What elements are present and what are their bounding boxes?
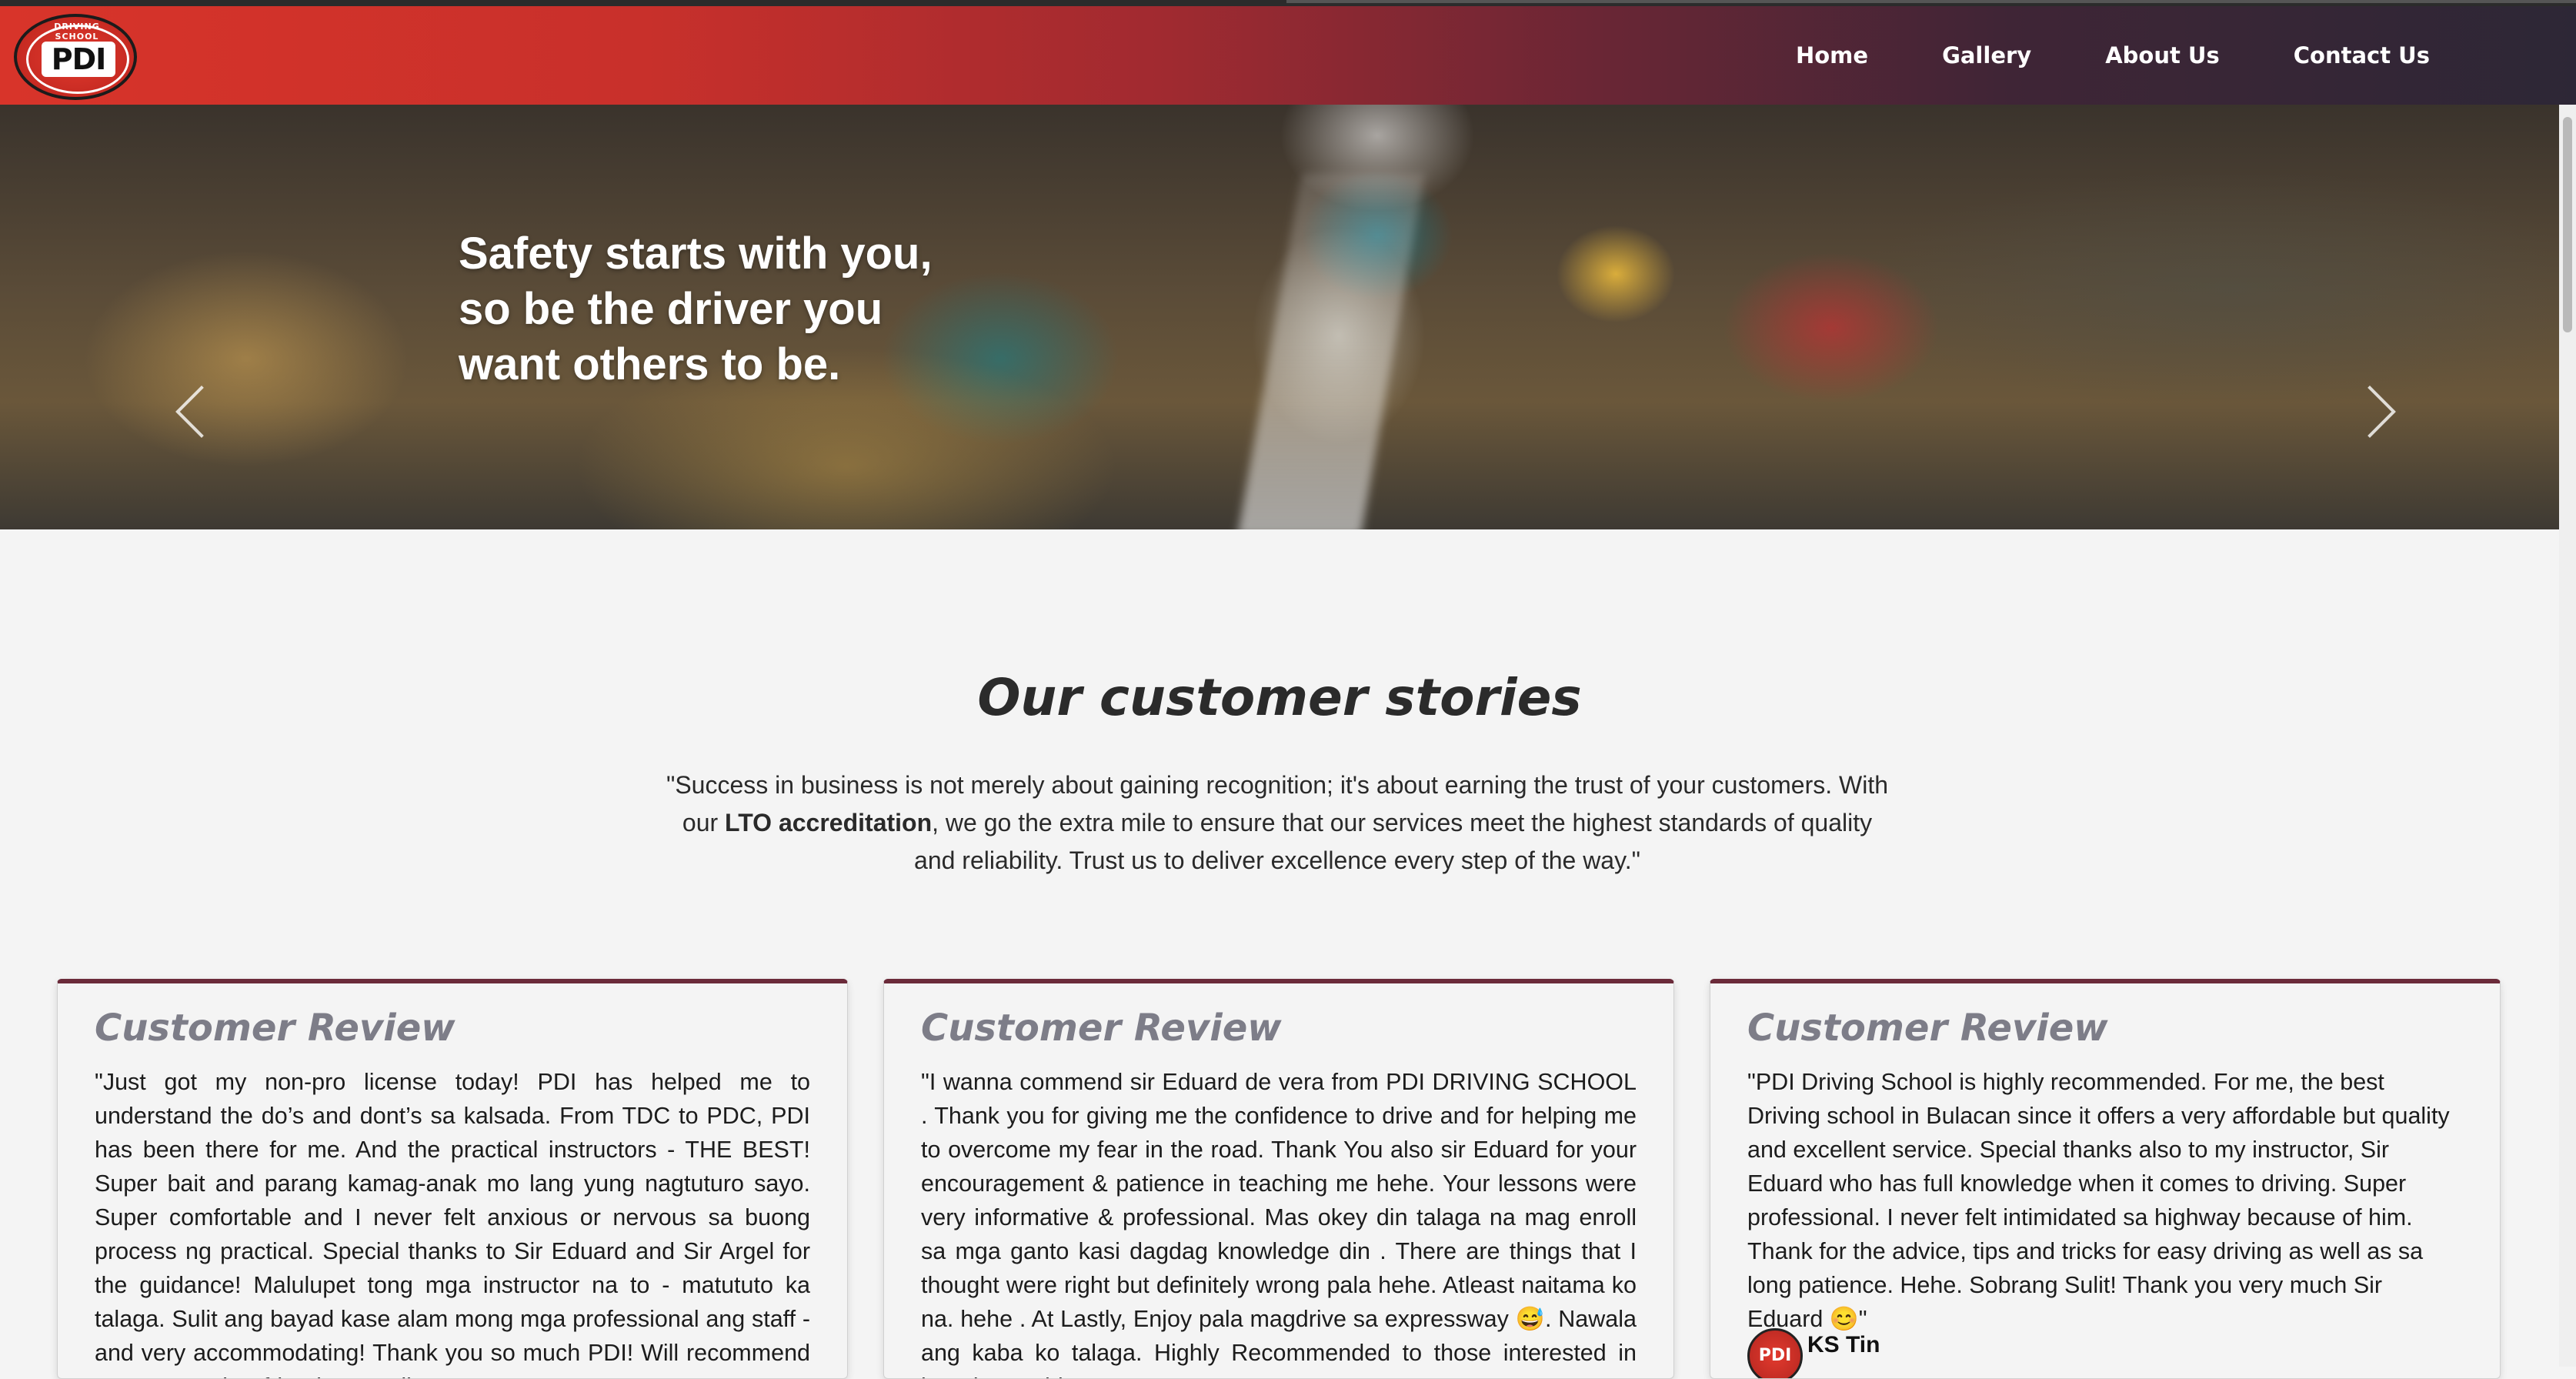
- pdi-logo[interactable]: DRIVING SCHOOL PDI: [14, 14, 137, 100]
- review-card-1: Customer Review "Just got my non-pro lic…: [57, 979, 848, 1379]
- stories-quote-part-2: , we go the extra mile to ensure that ou…: [914, 809, 1873, 874]
- reviewer-name: KS Tin: [1807, 1332, 1880, 1357]
- review-heading: Customer Review: [1747, 1007, 2108, 1050]
- hero-carousel: Safety starts with you, so be the driver…: [0, 105, 2559, 529]
- nav-home[interactable]: Home: [1796, 42, 1868, 68]
- hero-caption-line-2: so be the driver you: [459, 284, 883, 334]
- hero-caption: Safety starts with you, so be the driver…: [459, 226, 1043, 392]
- hero-caption-line-1: Safety starts with you,: [459, 229, 933, 279]
- review-heading: Customer Review: [95, 1007, 455, 1050]
- scrollbar-thumb[interactable]: [2563, 117, 2572, 332]
- logo-monogram: PDI: [42, 42, 115, 77]
- nav-contact-us[interactable]: Contact Us: [2294, 42, 2430, 68]
- reviewer-avatar: PDI: [1747, 1328, 1803, 1378]
- main-nav: Home Gallery About Us Contact Us: [1722, 6, 2430, 105]
- nav-about-us[interactable]: About Us: [2105, 42, 2220, 68]
- nav-gallery[interactable]: Gallery: [1942, 42, 2031, 68]
- hero-light-streak: [1237, 174, 1425, 529]
- hero-caption-line-3: want others to be.: [459, 339, 841, 389]
- review-card-2: Customer Review "I wanna commend sir Edu…: [883, 979, 1674, 1379]
- browser-top-strip: [0, 0, 2576, 6]
- review-heading: Customer Review: [921, 1007, 1282, 1050]
- stories-title: Our customer stories: [977, 668, 1582, 727]
- stories-quote: "Success in business is not merely about…: [662, 766, 1893, 880]
- page-scrollbar[interactable]: [2559, 105, 2576, 1367]
- review-text: "PDI Driving School is highly recommende…: [1747, 1069, 2450, 1332]
- review-text: "Just got my non-pro license today! PDI …: [95, 1069, 810, 1378]
- top-strip-highlight: [1286, 0, 2576, 3]
- review-text: "I wanna commend sir Eduard de vera from…: [921, 1069, 1637, 1378]
- logo-arc-text: DRIVING SCHOOL: [54, 22, 100, 42]
- reviewer: PDI KS Tin: [1747, 1328, 1880, 1378]
- review-card-3: Customer Review "PDI Driving School is h…: [1710, 979, 2501, 1379]
- lto-accreditation-text: LTO accreditation: [725, 809, 933, 836]
- carousel-next-icon[interactable]: [2344, 386, 2396, 438]
- carousel-prev-icon[interactable]: [175, 386, 228, 438]
